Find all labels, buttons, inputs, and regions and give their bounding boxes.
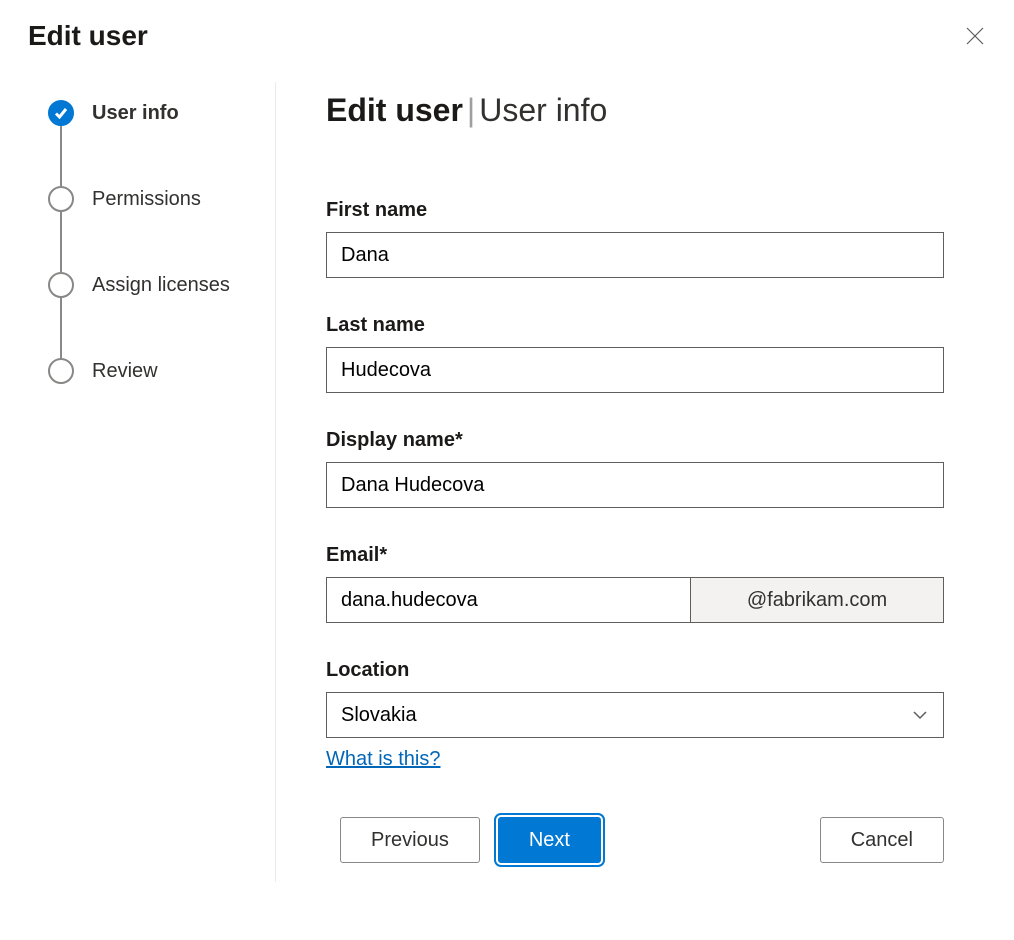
wizard-steps: User info Permissions Assign licenses Re… <box>0 82 276 882</box>
email-label: Email* <box>326 544 944 567</box>
step-permissions[interactable]: Permissions <box>48 186 275 212</box>
email-input[interactable] <box>326 577 690 623</box>
page-heading: Edit user|User info <box>326 92 944 129</box>
location-help-link[interactable]: What is this? <box>326 748 440 771</box>
last-name-input[interactable] <box>326 347 944 393</box>
display-name-input[interactable] <box>326 462 944 508</box>
step-connector <box>60 126 62 186</box>
step-connector <box>60 212 62 272</box>
display-name-label: Display name* <box>326 429 944 452</box>
field-location: Location What is this? <box>326 659 944 771</box>
step-user-info[interactable]: User info <box>48 100 275 126</box>
step-label: User info <box>92 102 179 125</box>
button-row: Previous Next Cancel <box>326 817 944 863</box>
panel-title: Edit user <box>28 20 148 52</box>
step-label: Permissions <box>92 188 201 211</box>
step-assign-licenses[interactable]: Assign licenses <box>48 272 275 298</box>
circle-icon <box>48 272 74 298</box>
step-connector <box>60 298 62 358</box>
field-email: Email* @fabrikam.com <box>326 544 944 623</box>
circle-icon <box>48 358 74 384</box>
field-first-name: First name <box>326 199 944 278</box>
first-name-label: First name <box>326 199 944 222</box>
field-last-name: Last name <box>326 314 944 393</box>
step-review[interactable]: Review <box>48 358 275 384</box>
location-value[interactable] <box>326 692 944 738</box>
location-select[interactable] <box>326 692 944 738</box>
close-icon[interactable] <box>966 27 984 45</box>
panel-header: Edit user <box>0 0 1014 62</box>
location-label: Location <box>326 659 944 682</box>
last-name-label: Last name <box>326 314 944 337</box>
previous-button[interactable]: Previous <box>340 817 480 863</box>
email-domain: @fabrikam.com <box>690 577 944 623</box>
next-button[interactable]: Next <box>498 817 601 863</box>
step-label: Review <box>92 360 158 383</box>
step-label: Assign licenses <box>92 274 230 297</box>
heading-main: Edit user <box>326 92 463 128</box>
heading-sub: User info <box>479 92 607 128</box>
checkmark-icon <box>48 100 74 126</box>
form-panel: Edit user|User info First name Last name… <box>276 82 1014 882</box>
cancel-button[interactable]: Cancel <box>820 817 944 863</box>
field-display-name: Display name* <box>326 429 944 508</box>
circle-icon <box>48 186 74 212</box>
first-name-input[interactable] <box>326 232 944 278</box>
